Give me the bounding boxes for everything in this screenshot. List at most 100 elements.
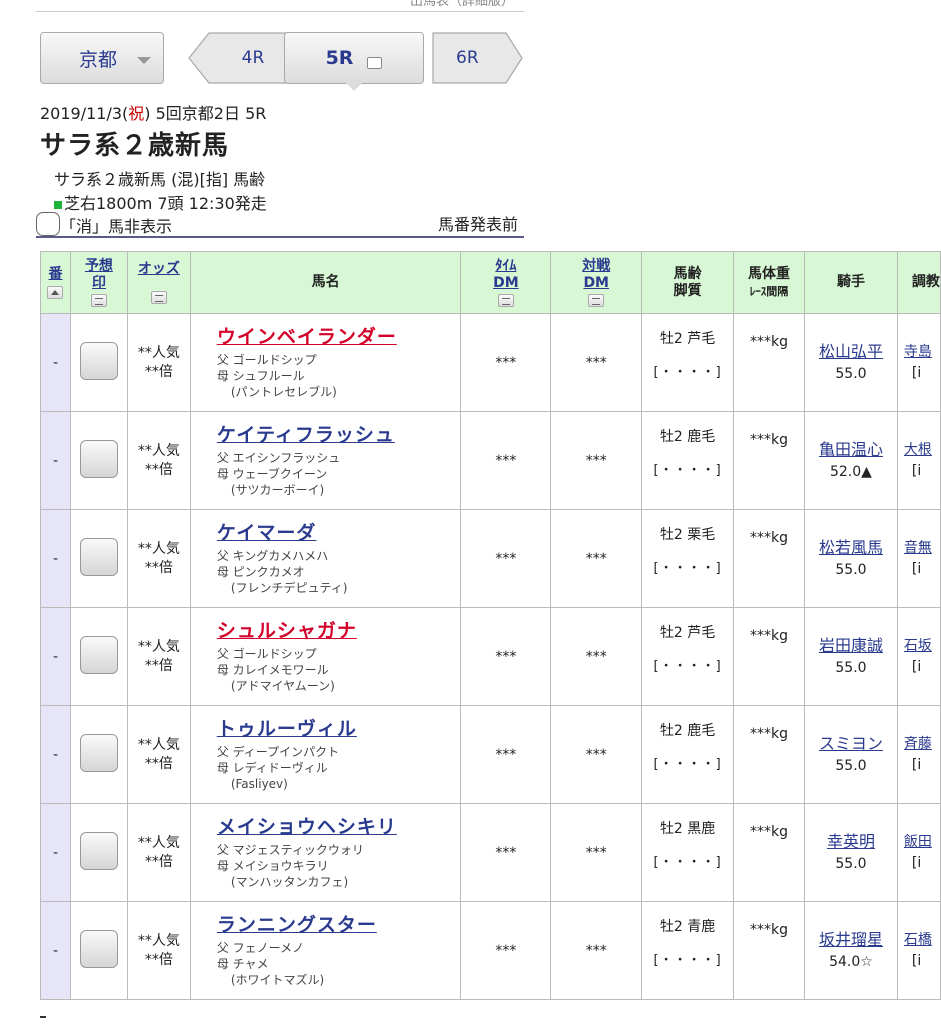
next-race-button[interactable]: 6R (432, 32, 522, 84)
sort-icon[interactable] (90, 294, 107, 308)
venue-select[interactable]: 京都 (40, 32, 164, 84)
prediction-mark-button[interactable] (79, 831, 118, 870)
taisen-dm-link-2[interactable]: DM (583, 275, 609, 291)
sex-age-color: 牡2 黒鹿 (659, 821, 716, 837)
age-cell: 牡2 芦毛 [・・・・] (641, 313, 735, 412)
trainer-link[interactable]: 石橋 (904, 930, 940, 951)
horse-name-link[interactable]: ケイティフラッシュ (217, 420, 461, 447)
trainer-link[interactable]: 音無 (904, 538, 940, 559)
prediction-mark-button[interactable] (79, 537, 118, 576)
popularity: **人気 (137, 443, 180, 460)
prediction-mark-button[interactable] (79, 733, 118, 772)
sort-ban-link[interactable]: 番 (48, 266, 62, 282)
prediction-mark-cell (69, 705, 128, 804)
running-style: [・・・・] (653, 855, 722, 870)
taisen-dm: *** (550, 411, 643, 510)
jockey-link[interactable]: 松若風馬 (805, 536, 897, 560)
jockey-link[interactable]: 岩田康誠 (805, 634, 897, 658)
race-date: 2019/11/3(祝) 5回京都2日 5R (40, 100, 530, 124)
carried-weight: 52.0▲ (829, 464, 872, 480)
popularity: **人気 (137, 835, 180, 852)
jockey-link[interactable]: 松山弘平 (805, 340, 897, 364)
time-dm: *** (460, 607, 552, 706)
prev-race-label: 4R (241, 48, 265, 68)
horse-name-link[interactable]: トゥルーヴィル (217, 714, 461, 741)
horse-name-link[interactable]: ランニングスター (217, 910, 461, 937)
trainer-link[interactable]: 飯田 (904, 832, 940, 853)
age-cell: 牡2 芦毛 [・・・・] (641, 607, 735, 706)
yoso-link-2[interactable]: 印 (92, 275, 106, 291)
horse-name-link[interactable]: ウインベイランダー (217, 322, 461, 349)
header-time-dm[interactable]: ﾀｲﾑ DM (460, 251, 552, 314)
time-dm-link-2[interactable]: DM (493, 275, 519, 291)
horse-number: - (40, 803, 71, 902)
jockey-link[interactable]: スミヨン (805, 732, 897, 756)
sex-age-color: 牡2 栗毛 (659, 527, 716, 543)
horse-name-link[interactable]: ケイマーダ (217, 518, 461, 545)
broodmare-sire: (パントレセレブル) (230, 385, 337, 400)
taisen-dm-link[interactable]: 対戦 (582, 258, 610, 274)
trainer-link[interactable]: 石坂 (904, 636, 940, 657)
carried-weight: 55.0 (835, 758, 867, 774)
table-row: - **人気 **倍 メイショウヘシキリ父 マジェスティックウォリ母 メイショウキラリ… (40, 803, 941, 902)
filter-bar: 「消」馬非表示 馬番発表前 (36, 210, 524, 238)
detail-version-link[interactable]: 出馬表（詳細版） (36, 0, 524, 12)
running-style: [・・・・] (653, 757, 722, 772)
sort-icon[interactable] (588, 294, 605, 308)
header-ban[interactable]: 番 (40, 251, 71, 314)
horse-name-link[interactable]: シュルシャガナ (217, 616, 461, 643)
prediction-mark-button[interactable] (79, 341, 118, 380)
odds-link[interactable]: オッズ (138, 261, 180, 277)
jockey-link[interactable]: 坂井瑠星 (805, 928, 897, 952)
taisen-dm: *** (550, 313, 643, 412)
dam: 母 ピンクカメオ (216, 565, 305, 580)
header-trainer: 調教 (896, 251, 941, 314)
horse-name-cell: ケイティフラッシュ父 エイシンフラッシュ母 ウェーブクイーン (サツカーボーイ) (189, 411, 462, 510)
pedigree: 父 フェノーメノ母 チャメ (ホワイトマズル) (217, 940, 461, 989)
prediction-mark-button[interactable] (79, 439, 118, 478)
jockey-link[interactable]: 亀田温心 (805, 438, 897, 462)
horse-name-cell: ケイマーダ父 キングカメハメハ母 ピンクカメオ (フレンチデピュティ) (189, 509, 462, 608)
prediction-mark-button[interactable] (79, 635, 118, 674)
jockey-link[interactable]: 幸英明 (805, 830, 897, 854)
prediction-mark-button[interactable] (79, 929, 118, 968)
popularity: **人気 (137, 345, 180, 362)
dam: 母 メイショウキラリ (216, 859, 329, 874)
hide-scratched-checkbox[interactable] (36, 212, 60, 236)
meeting-text: ) 5回京都2日 5R (144, 104, 267, 123)
trainer-cell: 斉藤 [i (896, 705, 941, 804)
sort-icon[interactable] (150, 291, 167, 305)
trainer-link[interactable]: 大根 (904, 440, 940, 461)
yoso-link[interactable]: 予想 (85, 258, 113, 274)
header-odds[interactable]: オッズ (126, 251, 191, 314)
odds-cell: **人気 **倍 (126, 803, 191, 902)
sort-asc-icon[interactable] (47, 285, 64, 299)
popularity: **人気 (137, 639, 180, 656)
time-dm-link[interactable]: ﾀｲﾑ (495, 258, 516, 274)
running-style: [・・・・] (653, 365, 722, 380)
trainer-cell: 石坂 [i (896, 607, 941, 706)
header-yoso[interactable]: 予想印 (69, 251, 128, 314)
age-cell: 牡2 鹿毛 [・・・・] (641, 705, 735, 804)
trainer-affiliation: [i (911, 462, 922, 479)
trainer-affiliation: [i (911, 952, 922, 969)
sire: 父 キングカメハメハ (216, 549, 329, 563)
trainer-affiliation: [i (911, 756, 922, 773)
table-header-row: 番 予想印 オッズ 馬名 ﾀｲﾑ DM 対戦 DM 馬齢 脚質 馬体重 ﾚｰｽ間隔 騎手… (40, 251, 941, 314)
popularity: **人気 (137, 541, 180, 558)
pedigree: 父 マジェスティックウォリ母 メイショウキラリ (マンハッタンカフェ) (217, 842, 461, 891)
sex-age-color: 牡2 青鹿 (659, 919, 716, 935)
odds-value: **倍 (144, 853, 173, 870)
current-race-button[interactable]: 5R (284, 32, 424, 84)
sort-icon[interactable] (497, 294, 514, 308)
prediction-mark-cell (69, 509, 128, 608)
odds-cell: **人気 **倍 (126, 901, 191, 1000)
trainer-link[interactable]: 斉藤 (904, 734, 940, 755)
horse-name-link[interactable]: メイショウヘシキリ (217, 812, 461, 839)
table-row: - **人気 **倍 シュルシャガナ父 ゴールドシップ母 カレイメモワール (アドマイヤ… (40, 607, 941, 706)
header-taisen-dm[interactable]: 対戦 DM (550, 251, 643, 314)
weight-cell: ***kg (733, 803, 806, 902)
odds-value: **倍 (144, 951, 173, 968)
trainer-link[interactable]: 寺島 (904, 342, 940, 363)
pedigree: 父 ゴールドシップ母 シュフルール (パントレセレブル) (217, 352, 461, 401)
